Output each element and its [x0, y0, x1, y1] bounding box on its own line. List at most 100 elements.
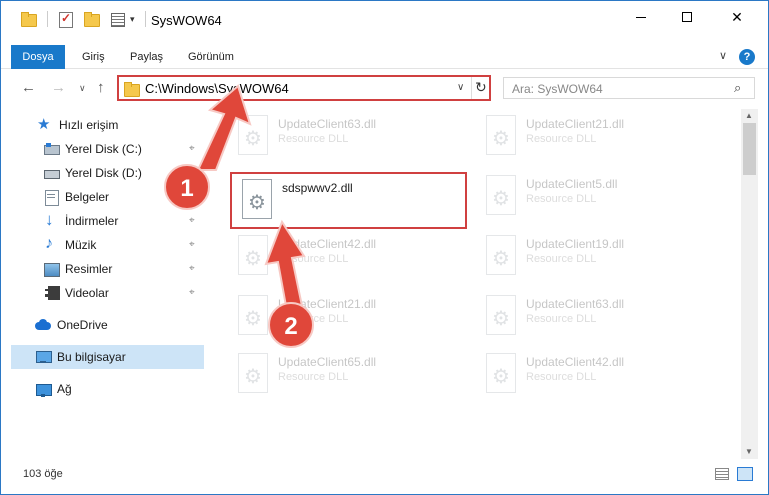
- tab-home[interactable]: Giriş: [82, 45, 105, 69]
- tab-view[interactable]: Görünüm: [188, 45, 234, 69]
- documents-icon: [43, 189, 59, 206]
- folder-icon: [21, 11, 37, 27]
- dll-file-icon: ⚙: [234, 115, 272, 159]
- toolbar-divider: [144, 11, 146, 27]
- expand-ribbon-chevron-icon[interactable]: ∨: [719, 49, 727, 62]
- videos-icon: [43, 285, 60, 301]
- sidebar-item-label: Ağ: [57, 382, 72, 396]
- file-item[interactable]: ⚙ UpdateClient21.dll Resource DLL: [476, 109, 712, 165]
- title-bar: ▾ SysWOW64 ✕: [1, 1, 768, 41]
- search-placeholder: Ara: SysWOW64: [512, 82, 603, 96]
- sidebar-item-downloads[interactable]: İndirmeler ⌖: [1, 209, 207, 233]
- new-folder-icon[interactable]: [84, 11, 100, 27]
- pin-icon[interactable]: ⌖: [189, 239, 195, 250]
- up-button[interactable]: ↑: [97, 79, 105, 96]
- file-item[interactable]: ⚙ UpdateClient42.dll Resource DLL: [476, 347, 712, 403]
- tab-share[interactable]: Paylaş: [130, 45, 163, 69]
- file-type: Resource DLL: [526, 193, 597, 205]
- sidebar-item-network[interactable]: Ağ: [1, 377, 207, 401]
- dll-file-icon: ⚙: [482, 295, 520, 339]
- file-name: UpdateClient19.dll: [526, 237, 625, 251]
- sidebar-item-label: OneDrive: [57, 318, 108, 332]
- file-type: Resource DLL: [278, 133, 349, 145]
- highlight-box: [230, 172, 467, 229]
- dll-file-icon: ⚙: [234, 295, 272, 339]
- downloads-icon: [43, 210, 59, 230]
- file-type: Resource DLL: [278, 371, 349, 383]
- sidebar-item-label: Hızlı erişim: [59, 118, 119, 132]
- pin-icon[interactable]: ⌖: [189, 215, 195, 226]
- scroll-thumb[interactable]: [743, 123, 756, 175]
- file-item[interactable]: ⚙ UpdateClient5.dll Resource DLL: [476, 169, 712, 225]
- step-badge-2: 2: [268, 302, 314, 348]
- sidebar-item-videos[interactable]: Videolar ⌖: [1, 281, 207, 305]
- customize-toolbar-arrow[interactable]: ▾: [130, 14, 135, 25]
- navigation-pane: Hızlı erişim Yerel Disk (C:) ⌖ Yerel Dis…: [1, 109, 207, 459]
- search-input[interactable]: Ara: SysWOW64 ⌕: [503, 77, 755, 99]
- file-type: Resource DLL: [278, 253, 349, 265]
- sidebar-item-pictures[interactable]: Resimler ⌖: [1, 257, 207, 281]
- sidebar-item-local-disk-c[interactable]: Yerel Disk (C:) ⌖: [1, 137, 207, 161]
- scroll-up-icon[interactable]: ▲: [745, 111, 753, 120]
- file-item[interactable]: ⚙ UpdateClient21.dll Resource DLL: [228, 289, 464, 345]
- navigation-bar: ← → ∨ ↑ C:\Windows\SysWOW64 ∨ ↻ Ara: Sys…: [1, 71, 768, 105]
- address-path[interactable]: C:\Windows\SysWOW64: [145, 81, 289, 96]
- step-badge-1: 1: [164, 164, 210, 210]
- properties-icon[interactable]: [110, 11, 126, 27]
- sidebar-item-onedrive[interactable]: OneDrive: [1, 313, 207, 337]
- ribbon-tabs: Dosya Giriş Paylaş Görünüm ∨ ?: [1, 45, 768, 69]
- minimize-button[interactable]: [618, 1, 664, 33]
- dll-file-icon: ⚙: [234, 235, 272, 279]
- file-type: Resource DLL: [526, 313, 597, 325]
- file-name: UpdateClient21.dll: [526, 117, 625, 131]
- close-button[interactable]: ✕: [714, 1, 760, 33]
- sidebar-item-label: Yerel Disk (C:): [65, 142, 142, 156]
- file-type: Resource DLL: [526, 133, 597, 145]
- address-bar[interactable]: C:\Windows\SysWOW64 ∨ ↻: [117, 75, 491, 101]
- help-icon[interactable]: ?: [739, 49, 755, 65]
- toolbar-divider: [47, 11, 48, 27]
- network-icon: [35, 381, 52, 397]
- forward-button[interactable]: →: [51, 79, 66, 96]
- file-name: UpdateClient63.dll: [526, 297, 625, 311]
- file-type: Resource DLL: [526, 253, 597, 265]
- folder-icon: [124, 81, 140, 97]
- refresh-icon[interactable]: ↻: [475, 79, 487, 96]
- file-item[interactable]: ⚙ UpdateClient42.dll Resource DLL: [228, 229, 464, 285]
- dll-file-icon: ⚙: [234, 353, 272, 397]
- scroll-down-icon[interactable]: ▼: [745, 447, 753, 456]
- pin-icon[interactable]: ⌖: [189, 263, 195, 274]
- file-item[interactable]: ⚙ UpdateClient63.dll Resource DLL: [228, 109, 464, 165]
- file-item[interactable]: ⚙ UpdateClient65.dll Resource DLL: [228, 347, 464, 403]
- sidebar-item-music[interactable]: Müzik ⌖: [1, 233, 207, 257]
- tab-file[interactable]: Dosya: [11, 45, 65, 69]
- tiles-view-icon[interactable]: [737, 467, 753, 481]
- sidebar-item-label: Yerel Disk (D:): [65, 166, 142, 180]
- details-view-icon[interactable]: [715, 468, 729, 480]
- file-item[interactable]: ⚙ UpdateClient19.dll Resource DLL: [476, 229, 712, 285]
- vertical-scrollbar[interactable]: ▲ ▼: [741, 109, 758, 459]
- sidebar-item-this-pc[interactable]: Bu bilgisayar: [11, 345, 204, 369]
- explorer-window: ▾ SysWOW64 ✕ Dosya Giriş Paylaş Görünüm …: [0, 0, 769, 495]
- minimize-icon: [636, 16, 646, 18]
- star-icon: [37, 115, 53, 133]
- address-divider: [471, 77, 472, 99]
- sidebar-item-label: Belgeler: [65, 190, 110, 204]
- window-title: SysWOW64: [151, 13, 222, 28]
- item-count: 103 öğe: [23, 468, 63, 480]
- search-icon[interactable]: ⌕: [734, 80, 741, 96]
- pin-icon[interactable]: ⌖: [189, 287, 195, 298]
- sidebar-item-label: Müzik: [65, 238, 97, 252]
- back-button[interactable]: ←: [21, 79, 36, 96]
- drive-icon: [43, 165, 60, 181]
- recent-locations-button[interactable]: ∨: [79, 83, 86, 94]
- file-name: UpdateClient42.dll: [526, 355, 625, 369]
- file-item[interactable]: ⚙ UpdateClient63.dll Resource DLL: [476, 289, 712, 345]
- sidebar-item-label: Videolar: [65, 286, 109, 300]
- pin-icon[interactable]: ⌖: [189, 143, 195, 154]
- maximize-button[interactable]: [664, 1, 710, 33]
- properties-check-icon[interactable]: [58, 11, 74, 28]
- maximize-icon: [682, 12, 692, 22]
- sidebar-item-quick-access[interactable]: Hızlı erişim: [1, 113, 207, 137]
- address-dropdown-icon[interactable]: ∨: [457, 82, 464, 93]
